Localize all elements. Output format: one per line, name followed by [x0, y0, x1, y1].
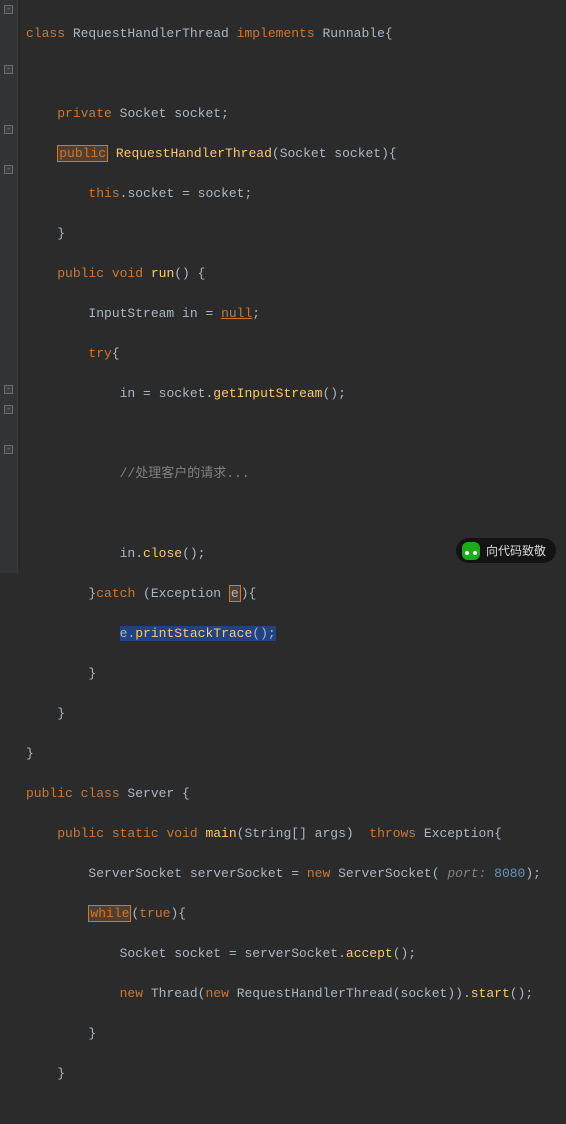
- code-line: this.socket = socket;: [26, 184, 541, 204]
- code-line: }: [26, 744, 541, 764]
- code-line: e.printStackTrace();: [26, 624, 541, 644]
- code-line: in = socket.getInputStream();: [26, 384, 541, 404]
- code-line: }catch (Exception e){: [26, 584, 541, 604]
- code-line: }: [26, 1064, 541, 1084]
- fold-marker[interactable]: -: [4, 385, 13, 394]
- fold-marker[interactable]: -: [4, 445, 13, 454]
- fold-marker[interactable]: -: [4, 405, 13, 414]
- code-line: }: [26, 704, 541, 724]
- code-line: }: [26, 664, 541, 684]
- code-line: class RequestHandlerThread implements Ru…: [26, 24, 541, 44]
- code-line: //处理客户的请求...: [26, 464, 541, 484]
- code-line: [26, 424, 541, 444]
- gutter: - - - - - - -: [0, 0, 18, 573]
- code-editor[interactable]: - - - - - - - class RequestHandlerThread…: [0, 0, 566, 573]
- code-line: public static void main(String[] args) t…: [26, 824, 541, 844]
- code-line: }: [26, 1024, 541, 1044]
- watermark-badge: 向代码致敬: [456, 538, 556, 563]
- code-line: }: [26, 224, 541, 244]
- watermark-text: 向代码致敬: [486, 544, 546, 558]
- code-line: public RequestHandlerThread(Socket socke…: [26, 144, 541, 164]
- code-line: [26, 504, 541, 524]
- fold-marker[interactable]: -: [4, 65, 13, 74]
- code-line: try{: [26, 344, 541, 364]
- code-line: InputStream in = null;: [26, 304, 541, 324]
- fold-marker[interactable]: -: [4, 5, 13, 14]
- code-line: [26, 64, 541, 84]
- code-line: public class Server {: [26, 784, 541, 804]
- fold-marker[interactable]: -: [4, 165, 13, 174]
- fold-marker[interactable]: -: [4, 125, 13, 134]
- code-line: public void run() {: [26, 264, 541, 284]
- code-line: ServerSocket serverSocket = new ServerSo…: [26, 864, 541, 884]
- code-line: private Socket socket;: [26, 104, 541, 124]
- code-line: Socket socket = serverSocket.accept();: [26, 944, 541, 964]
- code-area[interactable]: class RequestHandlerThread implements Ru…: [18, 0, 541, 573]
- wechat-icon: [462, 542, 480, 560]
- code-line: new Thread(new RequestHandlerThread(sock…: [26, 984, 541, 1004]
- code-line: while(true){: [26, 904, 541, 924]
